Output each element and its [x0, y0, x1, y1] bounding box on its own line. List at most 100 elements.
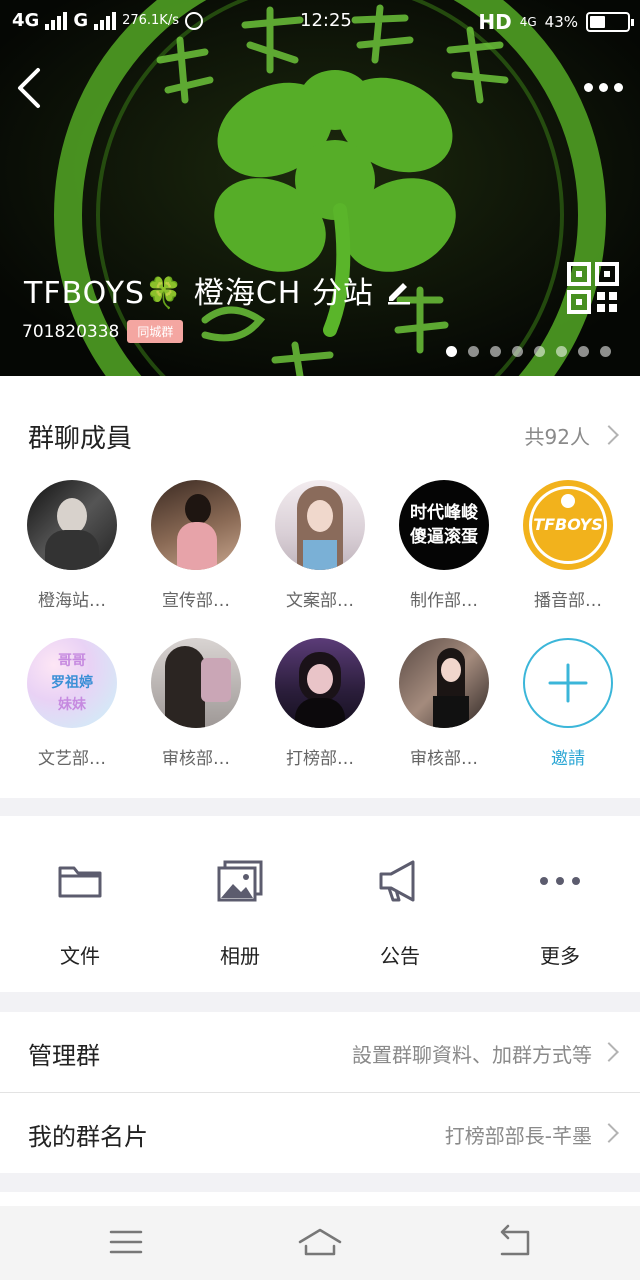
page-dot [468, 346, 479, 357]
next-row-partial [0, 1192, 640, 1206]
member-avatar [151, 638, 241, 728]
member-item[interactable]: 文案部… [258, 480, 382, 611]
member-name: 审核部… [410, 749, 478, 769]
more-dot-icon [613, 82, 623, 92]
hd-indicator: HD [478, 10, 512, 34]
member-item[interactable]: TFBOYS 播音部… [506, 480, 630, 611]
member-avatar [27, 480, 117, 570]
qr-code-button[interactable] [567, 262, 619, 314]
group-cover-banner[interactable]: 4G G 276.1K/s 12:25 HD 4G 43% TFBOYS🍀 橙海… [0, 0, 640, 376]
page-dot [446, 346, 457, 357]
my-group-card-row[interactable]: 我的群名片 打榜部部長-芊墨 [0, 1093, 640, 1173]
files-label: 文件 [60, 944, 100, 968]
page-dot [578, 346, 589, 357]
network-type-label-3: 4G [519, 15, 537, 29]
member-item[interactable]: 审核部… [382, 638, 506, 769]
invite-label: 邀請 [551, 749, 585, 769]
avatar-text-line: 罗祖婷 [51, 675, 93, 691]
member-avatar [275, 480, 365, 570]
more-icon [540, 877, 580, 885]
system-navigation-bar [0, 1206, 640, 1280]
members-header[interactable]: 群聊成員 共92人 [0, 376, 640, 476]
my-group-card-value: 打榜部部長-芊墨 [444, 1124, 592, 1148]
chevron-left-icon [18, 68, 40, 108]
announcement-label: 公告 [380, 944, 420, 968]
status-bar-left: 4G G 276.1K/s [12, 10, 203, 31]
member-item[interactable]: 宣传部… [134, 480, 258, 611]
member-name: 宣传部… [162, 591, 230, 611]
status-bar-right: HD 4G 43% [478, 10, 634, 34]
my-group-card-label: 我的群名片 [28, 1123, 148, 1151]
album-label: 相册 [220, 944, 260, 968]
member-item[interactable]: 橙海站… [10, 480, 134, 611]
member-avatar: 哥哥 罗祖婷 妹妹 [27, 638, 117, 728]
album-button[interactable]: 相册 [160, 856, 320, 969]
more-functions-button[interactable]: 更多 [480, 856, 640, 969]
members-title: 群聊成員 [28, 424, 133, 454]
member-avatar-text: 哥哥 罗祖婷 妹妹 [27, 638, 117, 728]
clock: 12:25 [300, 10, 352, 31]
manage-group-label: 管理群 [28, 1042, 100, 1070]
back-nav-button[interactable] [484, 1220, 544, 1264]
member-name: 制作部… [410, 591, 478, 611]
member-item[interactable]: 时代峰峻 傻逼滚蛋 制作部… [382, 480, 506, 611]
member-avatar-text: 时代峰峻 傻逼滚蛋 [399, 480, 489, 570]
more-functions-label: 更多 [540, 944, 580, 968]
member-item[interactable]: 哥哥 罗祖婷 妹妹 文艺部… [10, 638, 134, 769]
network-type-label: 4G [12, 10, 40, 31]
avatar-text-line: 哥哥 [58, 653, 86, 669]
member-avatar: 时代峰峻 傻逼滚蛋 [399, 480, 489, 570]
group-name-row[interactable]: TFBOYS🍀 橙海CH 分站 [24, 268, 414, 312]
menu-nav-button[interactable] [96, 1220, 156, 1264]
group-functions: 文件 相册 公告 更多 [0, 816, 640, 992]
battery-icon [586, 12, 634, 32]
battery-level-fill [590, 16, 605, 28]
back-button[interactable] [10, 62, 50, 114]
avatar-text-line: 妹妹 [58, 697, 86, 713]
status-bar: 4G G 276.1K/s 12:25 HD 4G 43% [0, 0, 640, 44]
members-section: 群聊成員 共92人 橙海站… 宣传部… 文案部… 时代峰峻 傻逼滚蛋 制作部… … [0, 376, 640, 798]
page-dot [512, 346, 523, 357]
member-avatar [151, 480, 241, 570]
menu-icon [109, 1230, 143, 1254]
chevron-right-icon [599, 1123, 619, 1143]
plus-icon [548, 663, 588, 703]
page-dot [600, 346, 611, 357]
network-type-label-2: G [73, 10, 89, 31]
group-type-badge: 同城群 [127, 320, 184, 343]
member-avatar: TFBOYS [523, 480, 613, 570]
more-dot-icon [583, 82, 593, 92]
member-name: 审核部… [162, 749, 230, 769]
members-count: 共92人 [524, 425, 590, 449]
page-dot [556, 346, 567, 357]
page-dot [534, 346, 545, 357]
manage-group-row[interactable]: 管理群 設置群聊資料、加群方式等 [0, 1012, 640, 1092]
invite-avatar [523, 638, 613, 728]
files-button[interactable]: 文件 [0, 856, 160, 969]
edit-pencil-icon[interactable] [384, 275, 414, 305]
member-name: 播音部… [534, 591, 602, 611]
return-icon [500, 1224, 530, 1256]
group-id: 701820338 [22, 321, 120, 342]
announcement-button[interactable]: 公告 [320, 856, 480, 969]
member-avatar-text: TFBOYS [523, 480, 613, 570]
member-avatar [275, 638, 365, 728]
battery-percentage: 43% [544, 13, 578, 31]
megaphone-icon [379, 860, 415, 902]
network-speed: 276.1K/s [122, 13, 179, 28]
home-nav-button[interactable] [290, 1220, 350, 1264]
member-item[interactable]: 审核部… [134, 638, 258, 769]
chevron-right-icon [599, 1042, 619, 1062]
more-options-button[interactable] [580, 72, 626, 102]
album-icon [217, 860, 263, 902]
member-avatar [399, 638, 489, 728]
member-name: 橙海站… [38, 591, 106, 611]
page-dot [490, 346, 501, 357]
avatar-text-line: 傻逼滚蛋 [410, 527, 478, 547]
manage-group-hint: 設置群聊資料、加群方式等 [352, 1043, 592, 1067]
invite-member-button[interactable]: 邀請 [506, 638, 630, 769]
folder-icon [58, 866, 102, 898]
member-item[interactable]: 打榜部… [258, 638, 382, 769]
member-name: 文案部… [286, 591, 354, 611]
group-id-row: 701820338 同城群 [22, 320, 184, 343]
